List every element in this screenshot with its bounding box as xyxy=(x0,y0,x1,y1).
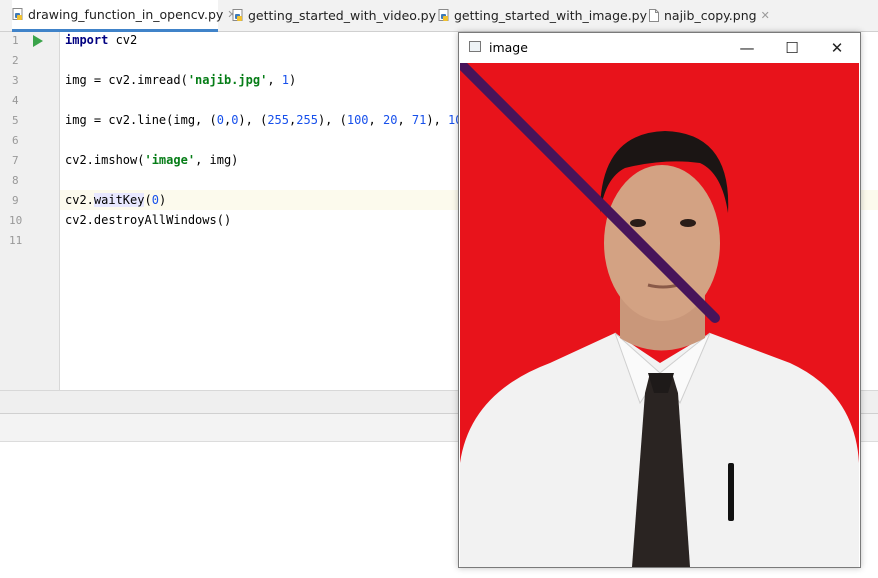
maximize-button[interactable]: ☐ xyxy=(769,33,815,62)
image-canvas xyxy=(455,58,859,567)
editor-tab-bar: drawing_function_in_opencv.py ✕ getting_… xyxy=(0,0,878,32)
code-text: cv2.imshow( xyxy=(65,153,145,167)
code-text: , xyxy=(267,73,282,87)
code-text: ), ( xyxy=(238,113,268,127)
code-text: ), ( xyxy=(317,113,347,127)
line-number: 6 xyxy=(12,134,19,147)
close-button[interactable]: ✕ xyxy=(814,33,860,62)
image-window-titlebar[interactable]: image — ☐ ✕ xyxy=(459,33,860,62)
string-literal: 'najib.jpg' xyxy=(187,73,268,87)
close-icon[interactable]: ✕ xyxy=(761,9,770,22)
code-text: cv2. xyxy=(65,193,94,207)
code-text: ( xyxy=(144,193,152,207)
tab-label: getting_started_with_video.py xyxy=(248,8,436,23)
number-literal: 0 xyxy=(216,113,224,127)
maximize-icon: ☐ xyxy=(785,38,799,57)
line-number: 11 xyxy=(9,234,23,247)
run-icon[interactable] xyxy=(33,35,43,47)
line-number: 2 xyxy=(12,54,19,67)
number-literal: 20 xyxy=(382,113,398,127)
line-number: 4 xyxy=(12,94,19,107)
code-line-9: cv2.waitKey(0) xyxy=(65,193,166,207)
code-line-10: cv2.destroyAllWindows() xyxy=(65,213,231,227)
code-line-3: img = cv2.imread('najib.jpg', 1) xyxy=(65,73,296,87)
number-literal: 0 xyxy=(151,193,159,207)
code-text: cv2.destroyAllWindows() xyxy=(65,213,232,227)
code-text: , xyxy=(397,113,412,127)
code-line-5: img = cv2.line(img, (0,0), (255,255), (1… xyxy=(65,113,470,127)
minimize-icon: — xyxy=(739,38,755,57)
line-number: 9 xyxy=(12,194,19,207)
image-file-icon xyxy=(648,9,660,22)
python-file-icon xyxy=(232,9,244,22)
code-text: ) xyxy=(158,193,167,207)
window-title: image xyxy=(489,40,528,55)
image-window[interactable]: image — ☐ ✕ xyxy=(455,32,861,568)
code-text: img = cv2.imread( xyxy=(65,73,188,87)
number-literal: 255 xyxy=(267,113,290,127)
python-file-icon xyxy=(12,8,24,21)
number-literal: 1 xyxy=(281,73,289,87)
close-icon: ✕ xyxy=(830,38,844,57)
portrait-photo xyxy=(455,58,859,567)
code-text: , img) xyxy=(195,153,239,167)
python-file-icon xyxy=(438,9,450,22)
line-number: 7 xyxy=(12,154,19,167)
line-number: 8 xyxy=(12,174,19,187)
highlighted-identifier: waitKey xyxy=(93,193,145,207)
minimize-button[interactable]: — xyxy=(724,33,770,62)
code-text: ) xyxy=(289,73,297,87)
tab-label: getting_started_with_image.py xyxy=(454,8,648,23)
line-number: 3 xyxy=(12,74,19,87)
code-text: cv2 xyxy=(108,33,138,47)
line-number: 5 xyxy=(12,114,19,127)
code-text: img = cv2.line(img, ( xyxy=(65,113,217,127)
code-line-1: import cv2 xyxy=(65,33,137,47)
tab-najib-copy[interactable]: najib_copy.png ✕ xyxy=(648,0,778,31)
code-text: ), xyxy=(426,113,449,127)
code-text: , xyxy=(368,113,383,127)
string-literal: 'image' xyxy=(144,153,196,167)
keyword: import xyxy=(65,33,109,47)
tab-getting-started-video[interactable]: getting_started_with_video.py ✕ xyxy=(232,0,449,31)
line-number: 10 xyxy=(9,214,23,227)
window-app-icon xyxy=(469,41,481,52)
tab-label: drawing_function_in_opencv.py xyxy=(28,7,224,22)
face xyxy=(604,165,720,321)
line-number: 1 xyxy=(12,34,19,47)
tab-getting-started-image[interactable]: getting_started_with_image.py ✕ xyxy=(438,0,660,31)
right-eye xyxy=(680,219,696,227)
code-line-7: cv2.imshow('image', img) xyxy=(65,153,238,167)
left-eye xyxy=(630,219,646,227)
number-literal: 100 xyxy=(346,113,369,127)
number-literal: 255 xyxy=(296,113,318,127)
pen xyxy=(728,463,734,521)
tab-drawing-function[interactable]: drawing_function_in_opencv.py ✕ xyxy=(12,0,237,32)
tab-label: najib_copy.png xyxy=(664,8,757,23)
number-literal: 71 xyxy=(411,113,427,127)
